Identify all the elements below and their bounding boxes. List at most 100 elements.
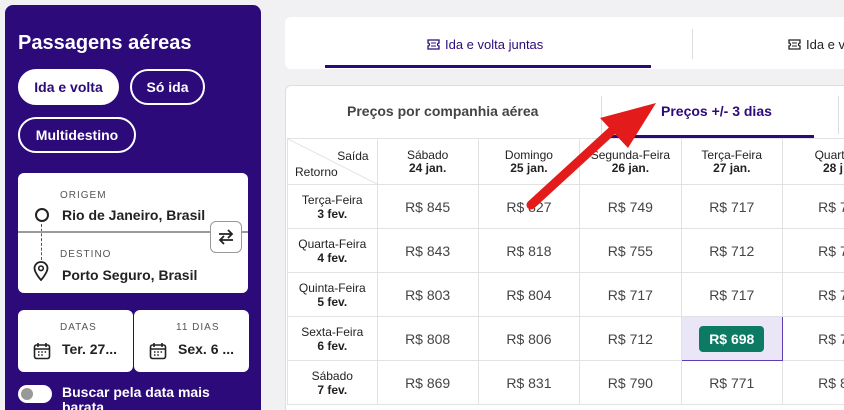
origin-field[interactable]: Rio de Janeiro, Brasil <box>62 207 205 223</box>
days-value: Sex. 6 ... <box>178 341 235 357</box>
row-date: 4 fev. <box>317 250 348 265</box>
price-cell[interactable]: R$ 843 <box>376 228 479 273</box>
swap-arrows-icon <box>218 229 234 245</box>
days-field[interactable]: 11 DIAS Sex. 6 ... <box>134 310 249 372</box>
days-label: 11 DIAS <box>176 322 220 333</box>
row-day: Sábado <box>311 368 353 383</box>
return-header: Retorno <box>295 165 338 179</box>
column-header: Terça-Feira 27 jan. <box>680 138 783 185</box>
column-header: Sábado 24 jan. <box>376 138 479 185</box>
top-tabs: Ida e volta juntas Ida e v <box>285 17 844 69</box>
best-price-cell[interactable]: R$ 698 <box>680 316 783 361</box>
price-matrix: Saída Retorno Sábado 24 jan. Domingo 25 ja… <box>287 138 844 405</box>
tab-prices-by-airline[interactable]: Preços por companhia aérea <box>347 103 538 119</box>
row-header: Sexta-Feira 6 fev. <box>287 316 378 361</box>
tab-prices-plus-minus-3-days[interactable]: Preços +/- 3 dias <box>661 103 772 119</box>
column-date: 25 jan. <box>510 160 548 175</box>
price-cell[interactable]: R$ 7 <box>781 184 844 229</box>
dates-label: DATAS <box>60 322 97 333</box>
active-tab-underline <box>325 65 651 68</box>
departure-header: Saída <box>337 149 369 163</box>
column-day: Domingo <box>504 147 553 162</box>
price-cell[interactable]: R$ 717 <box>680 272 783 317</box>
column-day: Sábado <box>406 147 449 162</box>
trip-type-multi-city[interactable]: Multidestino <box>18 117 136 153</box>
flex-date-toggle[interactable] <box>18 385 52 403</box>
best-price-badge: R$ 698 <box>699 325 765 352</box>
price-cell[interactable]: R$ 712 <box>680 228 783 273</box>
price-cell[interactable]: R$ 827 <box>477 184 581 229</box>
destination-field[interactable]: Porto Seguro, Brasil <box>62 267 197 283</box>
tab-label: Ida e volta juntas <box>445 37 544 52</box>
ticket-icon <box>788 39 801 50</box>
row-header: Terça-Feira 3 fev. <box>287 184 378 229</box>
price-cell[interactable]: R$ 869 <box>376 360 479 405</box>
location-pin-icon <box>33 261 49 281</box>
tab-separator <box>692 29 693 59</box>
price-cell[interactable]: R$ 712 <box>579 316 682 361</box>
column-date: 28 j <box>822 160 843 175</box>
toggle-knob <box>21 388 33 400</box>
flex-date-label: Buscar pela data mais barata <box>62 384 210 410</box>
price-cell[interactable]: R$ 808 <box>376 316 479 361</box>
column-header: Segunda-Feira 26 jan. <box>579 138 682 185</box>
sub-tab-separator <box>601 96 602 134</box>
table-row: Quarta-Feira 4 fev. R$ 843 R$ 818 R$ 755 … <box>287 228 844 273</box>
price-cell[interactable]: R$ 804 <box>477 272 581 317</box>
price-cell[interactable]: R$ 806 <box>477 316 581 361</box>
row-header: Quarta-Feira 4 fev. <box>287 228 378 273</box>
swap-button[interactable] <box>210 221 242 253</box>
row-header: Sábado 7 fev. <box>287 360 378 405</box>
tab-label: Ida e v <box>806 37 844 52</box>
price-cell[interactable]: R$ 818 <box>477 228 581 273</box>
row-day: Terça-Feira <box>301 192 363 207</box>
row-date: 3 fev. <box>317 206 348 221</box>
column-day: Segunda-Feira <box>590 147 671 162</box>
row-date: 6 fev. <box>317 338 348 353</box>
price-cell[interactable]: R$ 7 <box>781 316 844 361</box>
price-cell[interactable]: R$ 755 <box>579 228 682 273</box>
price-cell[interactable]: R$ 749 <box>579 184 682 229</box>
price-cell[interactable]: R$ 717 <box>680 184 783 229</box>
column-day: Quarta <box>814 147 844 162</box>
sub-tab-separator <box>838 96 839 134</box>
search-panel: Passagens aéreas Ida e volta Só ida Mult… <box>5 5 261 410</box>
app-root: Passagens aéreas Ida e volta Só ida Mult… <box>0 0 844 410</box>
column-date: 24 jan. <box>408 160 447 175</box>
price-cell[interactable]: R$ 831 <box>477 360 581 405</box>
dates-value: Ter. 27... <box>62 341 117 357</box>
route-dashed-line <box>41 224 42 260</box>
trip-type-one-way[interactable]: Só ida <box>130 69 205 105</box>
row-day: Sexta-Feira <box>301 324 364 339</box>
origin-destination-box: ORIGEM Rio de Janeiro, Brasil DESTINO Po… <box>18 173 248 293</box>
table-row: Sexta-Feira 6 fev. R$ 808 R$ 806 R$ 712 R… <box>287 316 844 361</box>
destination-label: DESTINO <box>60 249 112 260</box>
row-header: Quinta-Feira 5 fev. <box>287 272 378 317</box>
row-day: Quinta-Feira <box>298 280 366 295</box>
price-cell[interactable]: R$ 845 <box>376 184 479 229</box>
ticket-icon <box>427 39 440 50</box>
trip-type-round-trip[interactable]: Ida e volta <box>18 69 119 105</box>
table-row: Terça-Feira 3 fev. R$ 845 R$ 827 R$ 749 R… <box>287 184 844 229</box>
column-day: Terça-Feira <box>701 147 763 162</box>
price-cell[interactable]: R$ 790 <box>579 360 682 405</box>
column-header: Quarta28 j <box>781 138 844 185</box>
price-cell[interactable]: R$ 803 <box>376 272 479 317</box>
column-date: 26 jan. <box>611 160 650 175</box>
origin-label: ORIGEM <box>60 190 107 201</box>
row-date: 7 fev. <box>317 382 348 397</box>
column-date: 27 jan. <box>713 160 751 175</box>
dates-field[interactable]: DATAS Ter. 27... <box>18 310 133 372</box>
calendar-icon <box>149 343 167 360</box>
price-cell[interactable]: R$ 7 <box>781 272 844 317</box>
row-date: 5 fev. <box>317 294 348 309</box>
tab-round-trip-together[interactable]: Ida e volta juntas <box>427 37 543 52</box>
table-row: Sábado 7 fev. R$ 869 R$ 831 R$ 790 R$ 771… <box>287 360 844 405</box>
column-header: Domingo 25 jan. <box>477 138 581 185</box>
price-cell[interactable]: R$ 8 <box>781 360 844 405</box>
origin-circle-icon <box>35 208 49 222</box>
price-cell[interactable]: R$ 7 <box>781 228 844 273</box>
price-cell[interactable]: R$ 717 <box>579 272 682 317</box>
tab-round-trip-separate[interactable]: Ida e v <box>788 37 844 52</box>
price-cell[interactable]: R$ 771 <box>680 360 783 405</box>
